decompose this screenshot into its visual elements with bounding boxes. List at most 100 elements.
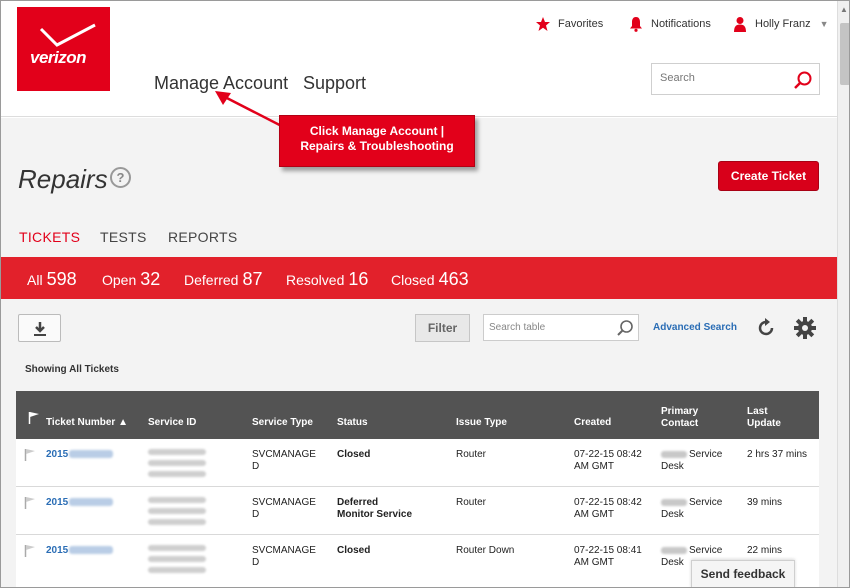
redacted-text [661, 546, 687, 554]
favorites-link[interactable]: Favorites [535, 15, 603, 33]
user-name: Holly Franz [755, 18, 811, 30]
tab-tickets[interactable]: TICKETS [19, 229, 80, 245]
created-line-1: 07-22-15 08:41 [574, 545, 642, 556]
status-line-2: Monitor Service [337, 509, 413, 520]
col-created[interactable]: Created [574, 417, 611, 428]
col-service-id[interactable]: Service ID [148, 417, 196, 428]
notifications-link[interactable]: Notifications [628, 15, 711, 33]
service-id-redacted [148, 497, 206, 530]
ticket-number-link[interactable]: 2015 [46, 497, 114, 509]
col-ticket-number-label: Ticket Number [46, 417, 116, 428]
annotation-callout: Click Manage Account | Repairs & Trouble… [279, 115, 475, 167]
created-line-1: 07-22-15 08:42 [574, 449, 642, 460]
tab-tests[interactable]: TESTS [100, 229, 147, 245]
col-issue-type[interactable]: Issue Type [456, 417, 507, 428]
bell-icon [630, 17, 642, 32]
redacted-text [69, 450, 114, 459]
service-type-line-2: D [252, 557, 260, 568]
stat-all-count: 598 [46, 269, 77, 289]
advanced-search-link[interactable]: Advanced Search [653, 322, 737, 333]
service-id-redacted [148, 545, 206, 578]
table-row[interactable]: 2015 SVCMANAGE D Deferred Monitor Service … [16, 487, 819, 535]
created-cell: 07-22-15 08:42 AM GMT [574, 497, 654, 521]
contact-line-1: Service [689, 545, 723, 556]
flag-icon[interactable] [24, 544, 36, 561]
search-icon[interactable] [793, 70, 813, 90]
redacted-text [69, 546, 114, 555]
verizon-logo[interactable]: verizon [17, 7, 110, 91]
ticket-number-link[interactable]: 2015 [46, 545, 114, 557]
ticket-number-text: 2015 [46, 545, 69, 556]
stat-open[interactable]: Open 32 [102, 269, 160, 290]
filter-button[interactable]: Filter [415, 314, 470, 342]
nav-support[interactable]: Support [303, 73, 366, 94]
sort-asc-icon: ▲ [118, 417, 128, 428]
contact-line-1: Service [689, 497, 723, 508]
scroll-up-icon[interactable]: ▲ [840, 5, 848, 14]
service-type-line-1: SVCMANAGE [252, 449, 316, 460]
table-search-input[interactable] [489, 322, 609, 333]
contact-line-1: Service [689, 449, 723, 460]
stat-closed-count: 463 [438, 269, 469, 289]
stat-resolved[interactable]: Resolved 16 [286, 269, 368, 290]
primary-contact-cell: Service Desk [661, 497, 741, 521]
page-title: Repairs [18, 164, 108, 194]
flag-icon[interactable] [24, 496, 36, 513]
service-id-redacted [148, 449, 206, 482]
stat-resolved-count: 16 [348, 269, 369, 289]
send-feedback-button[interactable]: Send feedback [691, 560, 795, 587]
col-status[interactable]: Status [337, 417, 368, 428]
ticket-status-bar: All 598 Open 32 Deferred 87 Resolved 16 Clos… [1, 257, 837, 299]
issue-type-cell: Router Down [456, 545, 515, 556]
site-search[interactable] [651, 63, 820, 95]
download-button[interactable] [18, 314, 61, 342]
service-type-cell: SVCMANAGE D [252, 497, 326, 521]
vertical-scrollbar[interactable]: ▲ [837, 1, 849, 587]
search-icon[interactable] [616, 319, 634, 337]
redacted-text [661, 450, 687, 458]
col-service-type[interactable]: Service Type [252, 417, 313, 428]
redacted-text [661, 498, 687, 506]
create-ticket-button[interactable]: Create Ticket [718, 161, 819, 191]
stat-deferred-count: 87 [242, 269, 263, 289]
status-cell: Closed [337, 545, 447, 557]
stat-all[interactable]: All 598 [27, 269, 77, 290]
status-line-1: Closed [337, 449, 371, 460]
browser-frame: verizon Favorites Notifications Holly Fr… [0, 0, 850, 588]
created-line-2: AM GMT [574, 557, 614, 568]
stat-deferred-label: Deferred [184, 272, 239, 288]
tab-reports[interactable]: REPORTS [168, 229, 238, 245]
table-header: Ticket Number ▲ Service ID Service Type … [16, 391, 819, 439]
last-update-cell: 2 hrs 37 mins [747, 449, 808, 460]
refresh-icon[interactable] [755, 317, 777, 339]
created-line-2: AM GMT [574, 509, 614, 520]
user-menu[interactable]: Holly Franz ▼ [732, 15, 829, 33]
col-last-update-line-2: Update [747, 418, 781, 429]
stat-resolved-label: Resolved [286, 272, 345, 288]
ticket-number-link[interactable]: 2015 [46, 449, 114, 461]
last-update-cell: 22 mins [747, 545, 783, 556]
last-update-cell: 39 mins [747, 497, 783, 508]
star-icon [536, 17, 550, 31]
flag-icon[interactable] [24, 448, 36, 465]
help-icon[interactable]: ? [110, 167, 131, 188]
col-primary-contact[interactable]: Primary Contact [661, 406, 698, 430]
table-search[interactable] [483, 314, 639, 341]
table-row[interactable]: 2015 SVCMANAGE D Closed Router 07-22-15 0… [16, 439, 819, 487]
stat-closed[interactable]: Closed 463 [391, 269, 469, 290]
site-search-input[interactable] [660, 72, 790, 84]
contact-line-2: Desk [661, 461, 684, 472]
stat-all-label: All [27, 272, 43, 288]
col-ticket-number[interactable]: Ticket Number ▲ [46, 417, 128, 428]
status-line-1: Deferred [337, 497, 379, 508]
redacted-text [69, 498, 114, 507]
ticket-number-text: 2015 [46, 497, 69, 508]
col-last-update[interactable]: Last Update [747, 406, 781, 430]
gear-icon[interactable] [793, 316, 817, 340]
ticket-number-text: 2015 [46, 449, 69, 460]
scrollbar-thumb[interactable] [840, 23, 849, 85]
flag-icon[interactable] [28, 411, 40, 427]
stat-deferred[interactable]: Deferred 87 [184, 269, 263, 290]
col-primary-contact-line-2: Contact [661, 418, 699, 429]
primary-contact-cell: Service Desk [661, 449, 741, 473]
